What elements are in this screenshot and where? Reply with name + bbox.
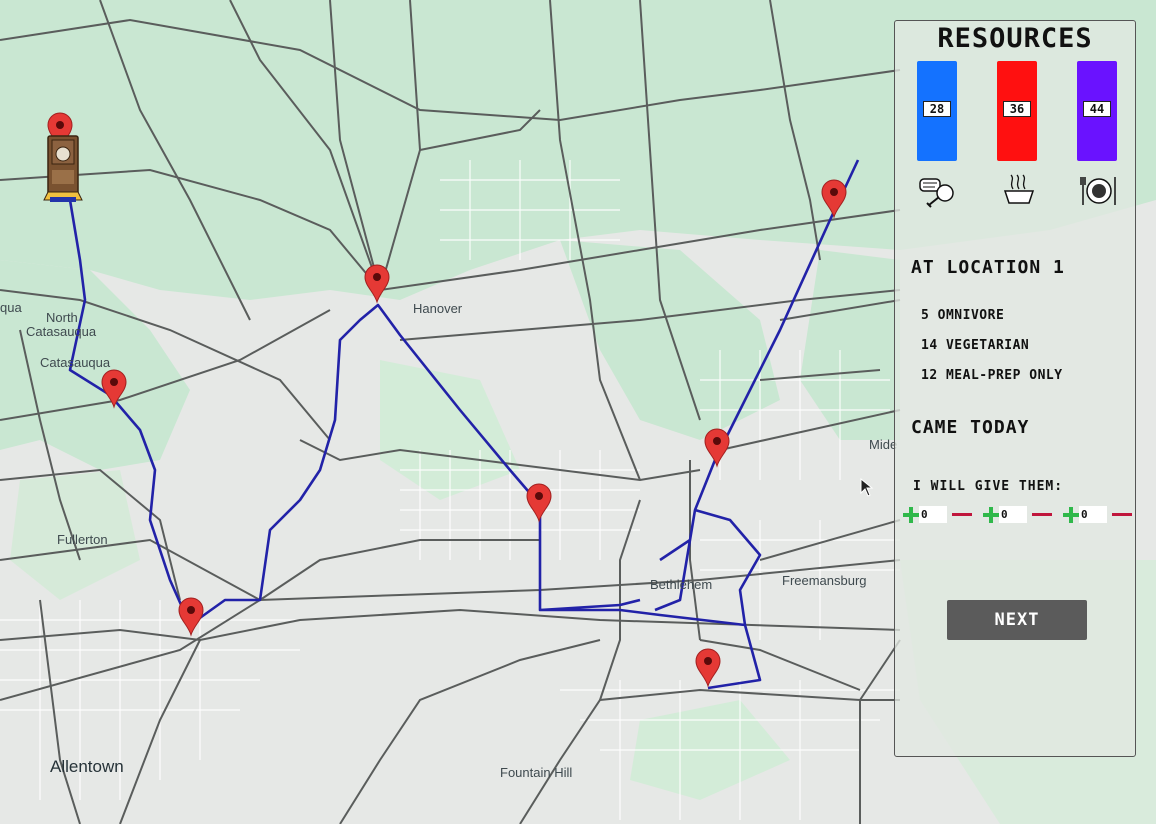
omnivore-give-input[interactable]: [919, 506, 947, 523]
omnivore-count: 5 OMNIVORE: [921, 308, 1005, 323]
noodles-icon: [1003, 174, 1035, 204]
place-label-north-catasauqua: North: [46, 310, 78, 325]
vegetarian-give-stepper: [983, 505, 1055, 525]
meal-prep-give-stepper: [1063, 505, 1135, 525]
next-button[interactable]: NEXT: [947, 600, 1087, 640]
place-label-allentown: Allentown: [50, 757, 124, 776]
meal-prep-resource-bar: 44: [1077, 61, 1117, 161]
vegetarian-count: 14 VEGETARIAN: [921, 338, 1030, 353]
meal-prep-resource-value: 44: [1083, 101, 1111, 117]
mouse-cursor-icon: [860, 477, 874, 502]
place-label-freemansburg: Freemansburg: [782, 573, 867, 588]
place-label-fullerton: Fullerton: [57, 532, 108, 547]
meal-prep-give-input[interactable]: [1079, 506, 1107, 523]
vegetarian-plus-button[interactable]: [983, 507, 999, 523]
place-label-mide: Mide: [869, 437, 897, 452]
omnivore-give-stepper: [903, 505, 975, 525]
place-label-fountain-hill: Fountain Hill: [500, 765, 572, 780]
resources-title: RESOURCES: [937, 23, 1093, 54]
vegetarian-minus-button[interactable]: [1032, 513, 1052, 516]
truck-icon[interactable]: [43, 135, 83, 202]
omnivore-resource-bar: 28: [917, 61, 957, 161]
meal-prep-minus-button[interactable]: [1112, 513, 1132, 516]
omnivore-resource-value: 28: [923, 101, 951, 117]
place-label-catasauqua: Catasauqua: [40, 355, 111, 370]
plate-icon: [1080, 177, 1116, 205]
meal-prep-plus-button[interactable]: [1063, 507, 1079, 523]
place-label-north-catasauqua: Catasauqua: [26, 324, 97, 339]
place-label-hanover: Hanover: [413, 301, 463, 316]
location-heading: AT LOCATION 1: [911, 257, 1065, 278]
omnivore-minus-button[interactable]: [952, 513, 972, 516]
came-today-label: CAME TODAY: [911, 417, 1030, 438]
place-label-qua: qua: [0, 300, 22, 315]
place-label-bethlehem: Bethlehem: [650, 577, 712, 592]
meat-icon: [919, 178, 954, 208]
meal-prep-count: 12 MEAL-PREP ONLY: [921, 368, 1063, 383]
omnivore-plus-button[interactable]: [903, 507, 919, 523]
vegetarian-resource-value: 36: [1003, 101, 1031, 117]
give-label: I WILL GIVE THEM:: [913, 479, 1064, 494]
resources-panel: RESOURCES 28 36 44 AT LOCATION 1 5 OMNIV…: [894, 20, 1136, 757]
vegetarian-give-input[interactable]: [999, 506, 1027, 523]
vegetarian-resource-bar: 36: [997, 61, 1037, 161]
